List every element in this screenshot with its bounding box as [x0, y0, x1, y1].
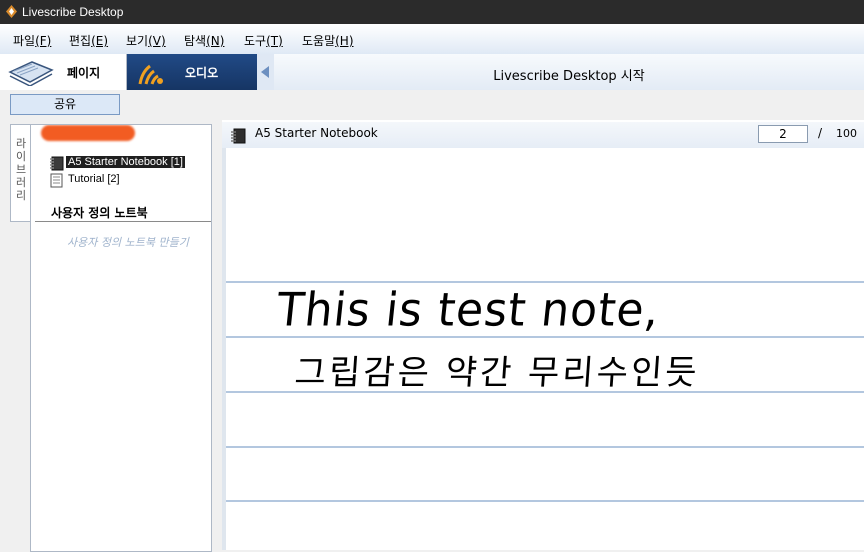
menu-help[interactable]: 도움말(H) [302, 32, 354, 49]
window-title: Livescribe Desktop [22, 5, 124, 19]
library-tab-label: 라 이 브 러 리 [13, 137, 29, 202]
handwriting-line: This is test note, [274, 283, 663, 338]
notebook-item-tutorial[interactable]: Tutorial [2] [49, 173, 209, 189]
document-icon [50, 173, 63, 188]
menu-edit[interactable]: 편집(E) [69, 32, 108, 49]
left-strip [0, 120, 9, 550]
share-button[interactable]: 공유 [10, 94, 120, 115]
pages-stack-icon [8, 61, 54, 86]
library-panel: A5 Starter Notebook [1] Tutorial [2] 사용자… [30, 124, 212, 552]
livescribe-app-icon [6, 5, 17, 18]
tab-pages[interactable]: 페이지 [0, 54, 127, 90]
notebook-label: Tutorial [2] [68, 173, 120, 185]
notebook-title: A5 Starter Notebook [255, 126, 378, 140]
audio-waves-icon [138, 64, 163, 85]
library-tab-char: 라 [15, 137, 27, 150]
title-bar: Livescribe Desktop [0, 0, 864, 24]
page-total: 100 [836, 127, 857, 140]
menu-view[interactable]: 보기(V) [126, 32, 166, 49]
custom-notebooks-heading: 사용자 정의 노트북 [51, 206, 148, 220]
collapse-panel-button[interactable] [257, 54, 275, 90]
page-number-input[interactable] [758, 125, 808, 143]
triangle-left-icon [261, 66, 269, 78]
tab-audio-label: 오디오 [185, 66, 219, 80]
library-tab-char: 리 [15, 189, 27, 202]
divider [35, 221, 211, 222]
page-left-border [222, 148, 226, 550]
notebook-icon [50, 156, 64, 171]
library-tab-char: 이 [15, 150, 27, 163]
ruled-line [226, 281, 864, 283]
library-tab-char: 브 [15, 163, 27, 176]
viewer-header: A5 Starter Notebook / 100 [222, 122, 864, 148]
menu-bar: 파일(F) 편집(E) 보기(V) 탐색(N) 도구(T) 도움말(H) [0, 24, 864, 55]
tab-pages-label: 페이지 [67, 66, 101, 80]
menu-navigate[interactable]: 탐색(N) [184, 32, 224, 49]
page-separator: / [818, 126, 823, 140]
share-bar: 공유 [0, 90, 864, 120]
notebook-item-a5-starter[interactable]: A5 Starter Notebook [1] [49, 156, 209, 172]
create-custom-notebook-link[interactable]: 사용자 정의 노트북 만들기 [67, 234, 189, 250]
handwriting-line: 그립감은 약간 무리수인듯 [293, 353, 701, 393]
tab-audio[interactable]: 오디오 [127, 54, 257, 90]
header-title: Livescribe Desktop 시작 [493, 69, 645, 84]
library-tab-char: 러 [15, 176, 27, 189]
redacted-username [41, 125, 135, 141]
ruled-line [226, 446, 864, 448]
tab-bar: 페이지 오디오 Livescribe Desktop 시작 [0, 54, 864, 90]
ruled-line [226, 500, 864, 502]
header-banner: Livescribe Desktop 시작 [274, 54, 864, 90]
menu-file[interactable]: 파일(F) [13, 32, 51, 49]
library-tab[interactable]: 라 이 브 러 리 [10, 124, 31, 222]
notebook-icon [231, 128, 246, 144]
page-viewer: A5 Starter Notebook / 100 This is test n… [222, 120, 864, 550]
notebook-label: A5 Starter Notebook [1] [66, 156, 185, 168]
menu-tools[interactable]: 도구(T) [244, 32, 283, 49]
